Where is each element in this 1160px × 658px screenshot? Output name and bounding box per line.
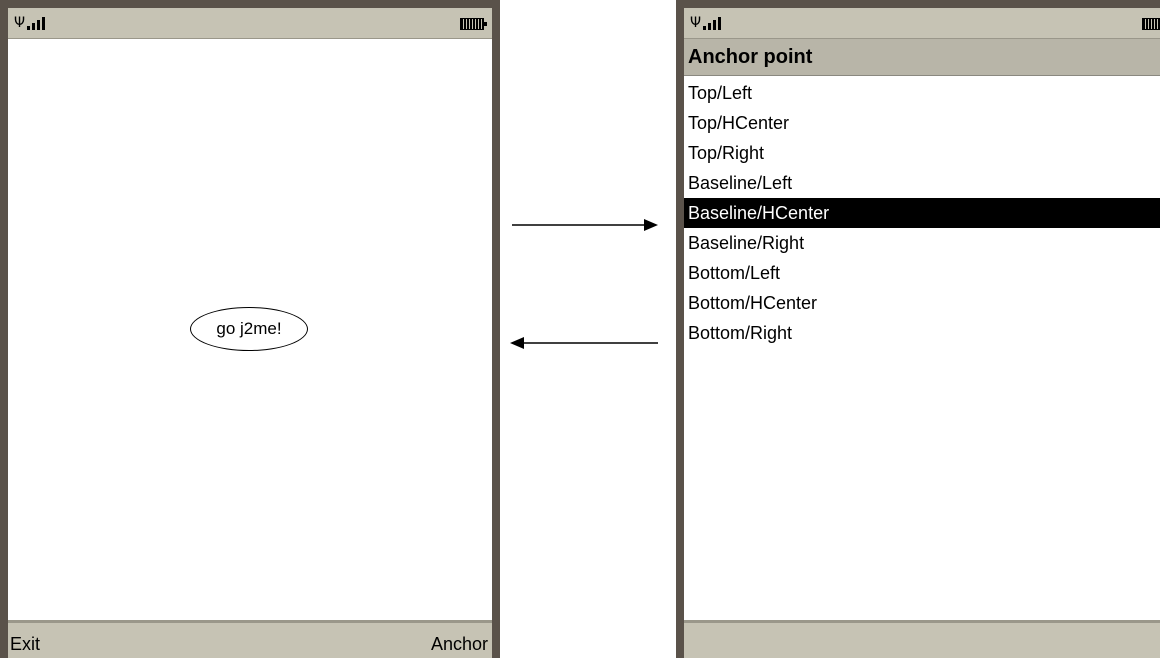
anchor-softkey[interactable]: Anchor bbox=[431, 634, 488, 655]
list-item[interactable]: Bottom/Right bbox=[684, 318, 1160, 348]
signal-indicator: Ψ bbox=[690, 14, 723, 30]
status-bar: Ψ bbox=[684, 8, 1160, 39]
status-bar: Ψ bbox=[8, 8, 492, 39]
signal-bar bbox=[42, 17, 46, 30]
list-item[interactable]: Top/HCenter bbox=[684, 108, 1160, 138]
list-item[interactable]: Top/Left bbox=[684, 78, 1160, 108]
signal-bar bbox=[718, 17, 722, 30]
antenna-icon: Ψ bbox=[690, 15, 702, 31]
list-item[interactable]: Baseline/Left bbox=[684, 168, 1160, 198]
signal-bar bbox=[703, 26, 707, 30]
signal-bar bbox=[713, 20, 717, 30]
signal-bar bbox=[27, 26, 31, 30]
battery-icon bbox=[1142, 18, 1160, 30]
left-phone-screen: Ψ go j2me! Exit Anchor bbox=[0, 0, 500, 658]
antenna-icon: Ψ bbox=[14, 15, 26, 31]
signal-bar bbox=[37, 20, 41, 30]
right-phone-screen: Ψ Anchor point Top/Left Top/HCenter Top/Ri… bbox=[676, 0, 1160, 658]
softkey-bar bbox=[684, 620, 1160, 658]
signal-bar bbox=[32, 23, 36, 30]
list-item[interactable]: Top/Right bbox=[684, 138, 1160, 168]
exit-softkey[interactable]: Exit bbox=[10, 634, 40, 655]
list-item[interactable]: Bottom/Left bbox=[684, 258, 1160, 288]
canvas-text: go j2me! bbox=[216, 319, 282, 338]
list-item[interactable]: Baseline/Right bbox=[684, 228, 1160, 258]
arrow-left-icon bbox=[510, 337, 658, 349]
anchor-point-list: Top/Left Top/HCenter Top/Right Baseline/Lef… bbox=[684, 78, 1160, 348]
list-title: Anchor point bbox=[684, 39, 1160, 76]
arrow-right-icon bbox=[512, 219, 658, 231]
list-item[interactable]: Baseline/HCenter bbox=[684, 198, 1160, 228]
battery-icon bbox=[460, 18, 487, 30]
list-item[interactable]: Bottom/HCenter bbox=[684, 288, 1160, 318]
anchor-text-ellipse: go j2me! bbox=[190, 307, 308, 351]
signal-indicator: Ψ bbox=[14, 14, 47, 30]
drawing-canvas[interactable]: go j2me! bbox=[8, 39, 492, 620]
softkey-bar: Exit Anchor bbox=[8, 620, 492, 658]
signal-bar bbox=[708, 23, 712, 30]
